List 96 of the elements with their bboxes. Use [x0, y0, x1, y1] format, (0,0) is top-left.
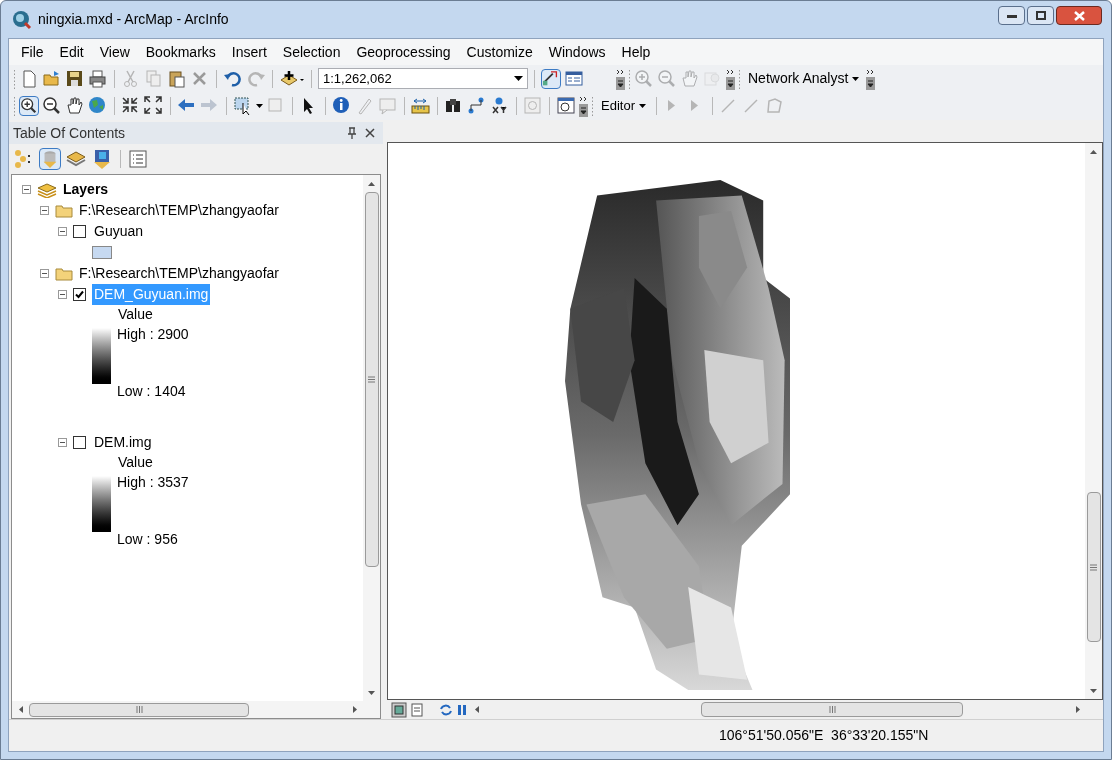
menu-item[interactable]: Customize	[458, 39, 541, 65]
collapse-icon[interactable]	[22, 185, 31, 194]
legend-title: Value	[117, 305, 154, 324]
horizontal-scrollbar[interactable]	[12, 701, 380, 718]
editor-menu[interactable]: Editor	[597, 96, 650, 116]
grip-icon	[1090, 563, 1097, 571]
grip-icon	[135, 706, 143, 713]
vertical-scrollbar[interactable]	[1085, 143, 1102, 699]
coordinates-text: 106°51'50.056"E 36°33'20.155"N	[719, 726, 929, 745]
toolbar-grip-icon[interactable]	[628, 68, 631, 89]
identify-icon[interactable]	[332, 96, 352, 116]
menu-item[interactable]: Geoprocessing	[348, 39, 459, 65]
maximize-icon	[1035, 11, 1046, 20]
dropdown-arrow-icon[interactable]	[256, 104, 263, 108]
dropdown-arrow-icon[interactable]	[514, 75, 523, 82]
vertical-scrollbar[interactable]	[363, 175, 380, 701]
options-icon[interactable]	[128, 149, 148, 169]
legend-label: Low : 956	[117, 530, 179, 549]
close-button[interactable]	[1056, 6, 1102, 25]
toolbar-options-icon[interactable]	[726, 67, 735, 90]
menu-item[interactable]: View	[91, 39, 138, 65]
pan-hand-icon[interactable]	[65, 96, 85, 116]
toolbar-options-icon[interactable]	[616, 67, 625, 90]
data-view-icon[interactable]	[391, 701, 407, 718]
layer-name[interactable]: Guyuan	[92, 221, 146, 242]
minimize-icon	[1006, 13, 1017, 18]
toolbar-grip-icon[interactable]	[591, 96, 594, 116]
collapse-icon[interactable]	[40, 269, 49, 278]
scroll-thumb[interactable]	[701, 702, 963, 717]
close-icon	[1073, 10, 1085, 21]
pause-icon[interactable]	[457, 703, 467, 716]
folder-icon	[55, 266, 73, 281]
zoom-out-icon[interactable]	[42, 96, 62, 116]
grip-icon	[828, 706, 836, 713]
table-icon[interactable]	[564, 68, 584, 89]
collapse-icon[interactable]	[40, 206, 49, 215]
legend-label: High : 3537	[117, 473, 189, 492]
menu-item[interactable]: Windows	[540, 39, 614, 65]
layout-view-icon[interactable]	[411, 702, 423, 717]
collapse-icon[interactable]	[58, 438, 67, 447]
toolbar-options-icon[interactable]	[866, 67, 876, 90]
window-title: ningxia.mxd - ArcMap - ArcInfo	[38, 10, 229, 29]
save-icon[interactable]	[65, 68, 85, 89]
layer-name[interactable]: DEM.img	[92, 432, 154, 453]
maximize-button[interactable]	[1027, 6, 1054, 25]
menu-item[interactable]: Bookmarks	[137, 39, 224, 65]
zoom-out-fixed-icon[interactable]	[144, 96, 164, 116]
list-by-source-icon[interactable]	[39, 148, 61, 170]
tree-item[interactable]: F:\Research\TEMP\zhangyaofar	[79, 200, 279, 221]
time-slider-icon[interactable]	[523, 96, 543, 116]
close-icon[interactable]	[365, 128, 375, 138]
app-globe-icon	[12, 9, 32, 30]
tree-item[interactable]: F:\Research\TEMP\zhangyaofar	[79, 263, 279, 284]
collapse-icon[interactable]	[58, 227, 67, 236]
grip-icon	[368, 376, 375, 383]
scroll-thumb[interactable]	[364, 192, 379, 567]
legend-swatch	[92, 246, 112, 259]
paste-icon[interactable]	[167, 68, 187, 89]
editor-toolbar-icon[interactable]	[541, 68, 561, 89]
toolbar-grip-icon[interactable]	[738, 68, 741, 89]
scroll-thumb[interactable]	[29, 702, 249, 717]
folder-icon	[55, 203, 73, 218]
menu-item[interactable]: Selection	[274, 39, 349, 65]
measure-icon[interactable]	[411, 96, 431, 116]
legend-label: Low : 1404	[117, 382, 187, 401]
legend-ramp	[92, 328, 111, 384]
checkbox[interactable]	[73, 225, 86, 238]
legend-label: High : 2900	[117, 325, 189, 344]
toolbar-grip-icon[interactable]	[13, 68, 16, 89]
scale-field[interactable]: 1:1,262,062	[318, 68, 528, 89]
overview-window-icon[interactable]	[556, 96, 576, 116]
network-analyst-menu[interactable]: Network Analyst	[744, 68, 864, 89]
go-to-xy-icon[interactable]	[490, 96, 510, 116]
refresh-icon[interactable]	[439, 702, 453, 717]
menu-item[interactable]: Help	[613, 39, 659, 65]
legend-title: Value	[117, 453, 154, 472]
scroll-thumb[interactable]	[1086, 492, 1101, 642]
menu-item[interactable]: File	[13, 39, 52, 65]
menu-item[interactable]: Insert	[223, 39, 275, 65]
layers-icon	[37, 181, 57, 198]
checked-checkbox[interactable]	[73, 288, 86, 301]
panel-title: Table Of Contents	[13, 123, 126, 143]
menu-item[interactable]: Edit	[51, 39, 92, 65]
toolbar-grip-icon[interactable]	[13, 96, 16, 116]
tree-item[interactable]: Layers	[63, 179, 109, 200]
collapse-icon[interactable]	[58, 290, 67, 299]
pin-icon[interactable]	[347, 127, 357, 139]
dropdown-arrow-icon	[638, 104, 646, 108]
toolbar-options-icon[interactable]	[579, 95, 588, 117]
open-folder-icon[interactable]	[42, 68, 62, 89]
zoom-in-icon[interactable]	[19, 96, 39, 116]
legend-ramp	[92, 476, 111, 532]
minimize-button[interactable]	[998, 6, 1025, 25]
dropdown-arrow-icon	[852, 76, 860, 81]
checkbox[interactable]	[73, 436, 86, 449]
print-icon[interactable]	[88, 68, 108, 89]
